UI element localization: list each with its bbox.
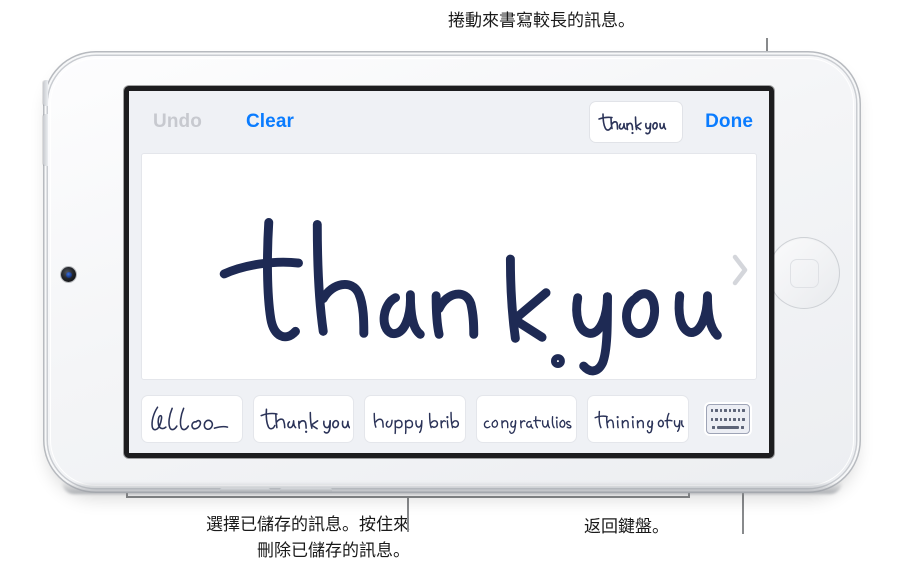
- handwritten-ink-thank-you: [219, 217, 722, 376]
- keyboard-row-1: [710, 409, 745, 412]
- keyboard-row-2: [710, 417, 745, 421]
- clear-button[interactable]: Clear: [246, 111, 294, 133]
- device-bottom-sheen: [62, 482, 842, 494]
- handwriting-thumbnail-icon: [598, 113, 667, 135]
- callout-bracket-stem: [407, 496, 409, 532]
- ipod-touch-device: Undo Clear Done: [43, 56, 856, 494]
- callout-text-select-saved-message: 選擇已儲存的訊息。按住來 刪除已儲存的訊息。: [206, 515, 410, 560]
- keyboard-row-3: [711, 426, 745, 429]
- undo-button[interactable]: Undo: [153, 111, 202, 133]
- handwriting-canvas[interactable]: [141, 153, 757, 380]
- saved-message-happy-birthday[interactable]: [364, 395, 466, 443]
- done-button[interactable]: Done: [705, 111, 753, 133]
- handwriting-happy-birthday-icon: [373, 411, 460, 435]
- speaker-grill-left: [220, 488, 270, 492]
- save-message-thumbnail-button[interactable]: [589, 101, 684, 143]
- handwriting-toolbar: Undo Clear Done: [129, 91, 769, 153]
- handwriting-thinking-of-you-icon: [594, 410, 685, 434]
- handwriting-congratulations-icon: [483, 415, 572, 434]
- handwriting-thank-you-icon: [260, 408, 351, 434]
- saved-message-congratulations[interactable]: [475, 395, 578, 443]
- home-rounded-square-icon: [789, 258, 819, 288]
- screen-bezel: Undo Clear Done: [124, 86, 774, 458]
- callout-text-scroll-for-longer-message: 捲動來書寫較長的訊息。: [448, 11, 635, 30]
- keyboard-icon: [705, 404, 750, 434]
- speaker-grill-right: [280, 488, 332, 492]
- screen: Undo Clear Done: [129, 91, 769, 453]
- keyboard-button[interactable]: [699, 396, 757, 442]
- power-button[interactable]: [43, 80, 48, 106]
- chevron-right-icon[interactable]: [728, 250, 752, 290]
- volume-buttons[interactable]: [43, 114, 48, 166]
- saved-message-thinking-of-you[interactable]: [587, 395, 689, 443]
- home-button[interactable]: [768, 237, 840, 309]
- front-camera-icon: [61, 267, 76, 282]
- saved-messages-strip: [129, 380, 769, 448]
- saved-message-thank-you[interactable]: [252, 395, 355, 443]
- saved-message-hello[interactable]: [141, 395, 243, 443]
- handwriting-hello-icon: [151, 406, 229, 431]
- callout-text-return-to-keyboard: 返回鍵盤。: [584, 517, 669, 536]
